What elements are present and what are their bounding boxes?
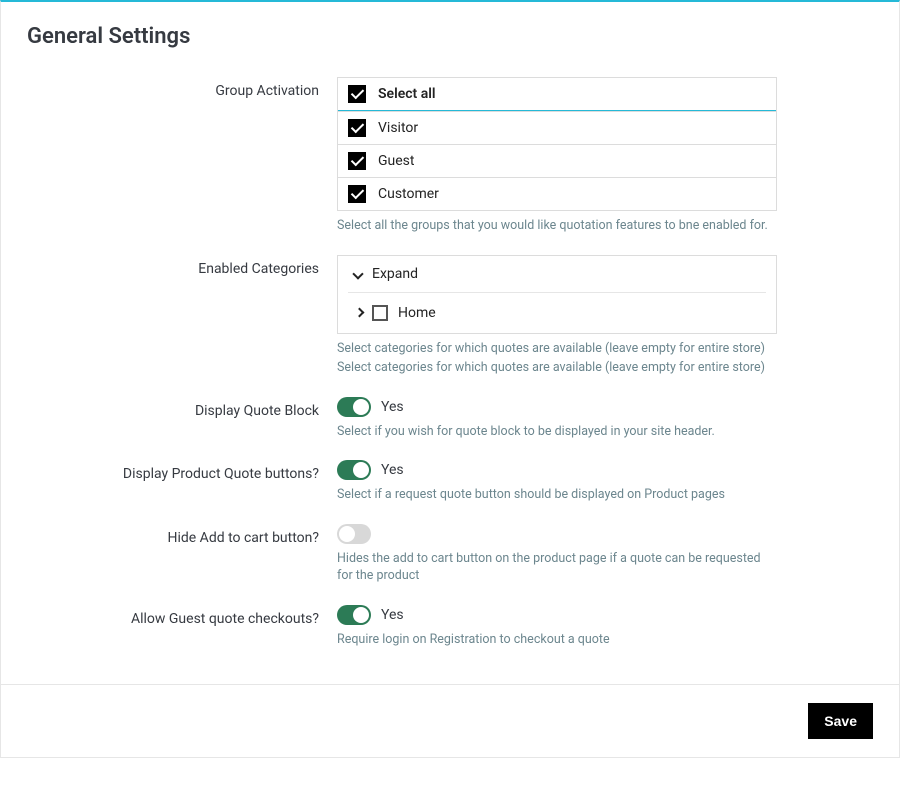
hide-add-to-cart-toggle[interactable] [337, 524, 371, 544]
display-product-quote-buttons-label: Display Product Quote buttons? [27, 460, 337, 482]
allow-guest-checkout-toggle[interactable] [337, 605, 371, 625]
visitor-label: Visitor [378, 120, 418, 136]
page-title: General Settings [27, 24, 873, 49]
select-all-checkbox[interactable] [348, 85, 366, 103]
visitor-checkbox[interactable] [348, 119, 366, 137]
chevron-down-icon [352, 268, 364, 280]
group-activation-help: Select all the groups that you would lik… [337, 217, 777, 235]
enabled-categories-help-2: Select categories for which quotes are a… [337, 359, 777, 377]
allow-guest-checkout-help: Require login on Registration to checkou… [337, 631, 777, 649]
display-quote-block-value: Yes [381, 399, 404, 415]
select-all-label: Select all [378, 86, 436, 102]
hide-add-to-cart-help: Hides the add to cart button on the prod… [337, 550, 777, 585]
category-tree-box: Expand Home [337, 255, 777, 334]
display-quote-block-toggle[interactable] [337, 397, 371, 417]
display-quote-block-label: Display Quote Block [27, 397, 337, 419]
allow-guest-checkout-value: Yes [381, 607, 404, 623]
hide-add-to-cart-label: Hide Add to cart button? [27, 524, 337, 546]
group-activation-box: Select all Visitor Guest Customer [337, 77, 777, 211]
display-product-quote-buttons-value: Yes [381, 462, 404, 478]
customer-checkbox[interactable] [348, 185, 366, 203]
guest-checkbox[interactable] [348, 152, 366, 170]
customer-label: Customer [378, 186, 439, 202]
chevron-right-icon[interactable] [352, 306, 366, 320]
display-product-quote-buttons-help: Select if a request quote button should … [337, 486, 777, 504]
category-expand-toggle[interactable]: Expand [348, 262, 766, 293]
category-home-label: Home [398, 305, 436, 321]
expand-label: Expand [372, 266, 418, 282]
guest-label: Guest [378, 153, 414, 169]
enabled-categories-help-1: Select categories for which quotes are a… [337, 340, 777, 358]
category-home-checkbox[interactable] [372, 305, 388, 321]
group-activation-label: Group Activation [27, 77, 337, 99]
allow-guest-checkout-label: Allow Guest quote checkouts? [27, 605, 337, 627]
save-button[interactable]: Save [808, 703, 873, 739]
display-quote-block-help: Select if you wish for quote block to be… [337, 423, 777, 441]
enabled-categories-label: Enabled Categories [27, 255, 337, 277]
display-product-quote-buttons-toggle[interactable] [337, 460, 371, 480]
